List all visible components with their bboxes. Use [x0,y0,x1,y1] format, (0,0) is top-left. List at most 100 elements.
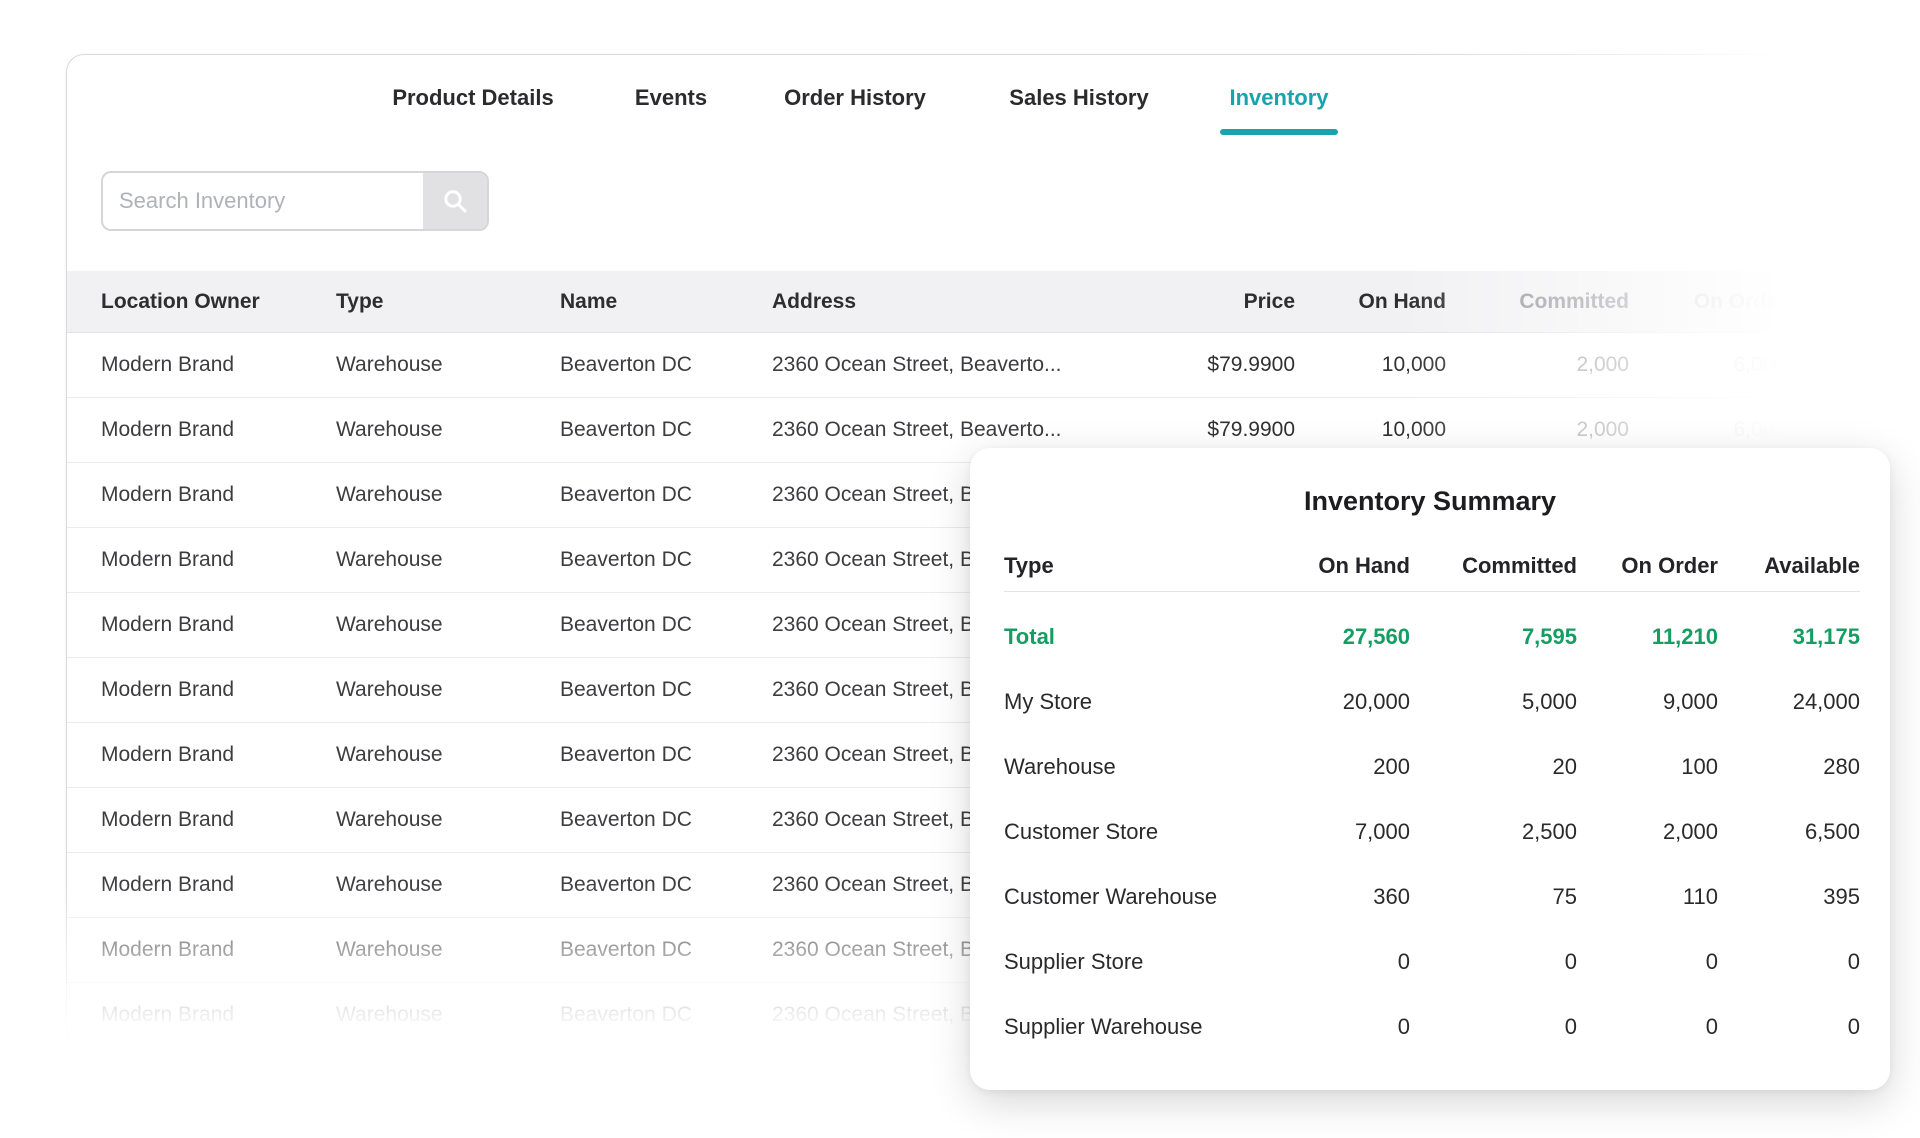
summary-cell-onorder: 11,210 [1577,624,1718,650]
cell-committed: 2,000 [1446,418,1629,442]
summary-cell-onhand: 27,560 [1269,624,1410,650]
column-header-committed: Committed [1446,290,1629,314]
summary-cell-type: Warehouse [1004,754,1269,780]
summary-cell-onorder: 0 [1577,1014,1718,1040]
summary-cell-onhand: 360 [1269,884,1410,910]
cell-name: Beaverton DC [560,613,772,637]
column-header-address: Address [772,290,1127,314]
column-header-type: Type [336,290,560,314]
summary-cell-committed: 0 [1410,1014,1577,1040]
search-button[interactable] [423,173,487,229]
summary-cell-type: Customer Store [1004,819,1269,845]
cell-onhand: 10,000 [1295,353,1446,377]
summary-cell-committed: 5,000 [1410,689,1577,715]
search-bar [101,171,489,231]
summary-column-type: Type [1004,553,1269,579]
summary-cell-onorder: 110 [1577,884,1718,910]
cell-address: 2360 Ocean Street, Beaverto... [772,418,1127,442]
active-tab-underline [1220,129,1338,135]
cell-name: Beaverton DC [560,873,772,897]
summary-row: Customer Store7,0002,5002,0006,500 [1004,799,1860,864]
cell-onorder: 6,000 [1629,418,1786,442]
summary-cell-onhand: 7,000 [1269,819,1410,845]
search-input[interactable] [103,173,423,229]
cell-name: Beaverton DC [560,353,772,377]
summary-cell-committed: 75 [1410,884,1577,910]
summary-cell-type: Supplier Store [1004,949,1269,975]
search-icon [441,187,469,215]
summary-cell-committed: 7,595 [1410,624,1577,650]
inventory-summary-popup: Inventory Summary Type On Hand Committed… [970,448,1890,1090]
cell-committed: 2,000 [1446,353,1629,377]
cell-type: Warehouse [336,418,560,442]
cell-type: Warehouse [336,353,560,377]
cell-name: Beaverton DC [560,938,772,962]
tab-inventory[interactable]: Inventory [1229,79,1328,117]
summary-cell-onhand: 0 [1269,1014,1410,1040]
summary-cell-type: Customer Warehouse [1004,884,1269,910]
summary-cell-available: 280 [1718,754,1860,780]
summary-cell-onorder: 100 [1577,754,1718,780]
cell-name: Beaverton DC [560,418,772,442]
inventory-table-header: Location Owner Type Name Address Price O… [67,271,1853,333]
cell-owner: Modern Brand [101,808,336,832]
tab-sales-history[interactable]: Sales History [1009,79,1148,117]
summary-cell-available: 0 [1718,1014,1860,1040]
cell-name: Beaverton DC [560,483,772,507]
summary-column-available: Available [1718,553,1860,579]
summary-cell-onhand: 0 [1269,949,1410,975]
summary-row: Supplier Warehouse0000 [1004,994,1860,1059]
summary-column-on-hand: On Hand [1269,553,1410,579]
summary-column-committed: Committed [1410,553,1577,579]
summary-column-on-order: On Order [1577,553,1718,579]
cell-type: Warehouse [336,743,560,767]
summary-row: Total27,5607,59511,21031,175 [1004,604,1860,669]
cell-name: Beaverton DC [560,743,772,767]
cell-owner: Modern Brand [101,418,336,442]
table-row[interactable]: Modern BrandWarehouseBeaverton DC2360 Oc… [67,333,1853,398]
summary-cell-committed: 2,500 [1410,819,1577,845]
cell-owner: Modern Brand [101,483,336,507]
cell-type: Warehouse [336,938,560,962]
summary-cell-available: 31,175 [1718,624,1860,650]
summary-row: Supplier Store0000 [1004,929,1860,994]
cell-type: Warehouse [336,613,560,637]
summary-cell-onorder: 9,000 [1577,689,1718,715]
cell-owner: Modern Brand [101,548,336,572]
cell-owner: Modern Brand [101,678,336,702]
summary-cell-type: Total [1004,624,1269,650]
summary-cell-onhand: 200 [1269,754,1410,780]
summary-cell-committed: 20 [1410,754,1577,780]
popup-title: Inventory Summary [970,482,1890,520]
column-header-location-owner: Location Owner [101,290,336,314]
summary-cell-type: My Store [1004,689,1269,715]
summary-cell-type: Supplier Warehouse [1004,1014,1269,1040]
cell-owner: Modern Brand [101,353,336,377]
column-header-price: Price [1127,290,1295,314]
summary-cell-available: 6,500 [1718,819,1860,845]
cell-type: Warehouse [336,548,560,572]
summary-row: Customer Warehouse36075110395 [1004,864,1860,929]
cell-onhand: 10,000 [1295,418,1446,442]
cell-address: 2360 Ocean Street, Beaverto... [772,353,1127,377]
cell-price: $79.9900 [1127,418,1295,442]
cell-type: Warehouse [336,483,560,507]
cell-owner: Modern Brand [101,873,336,897]
tab-events[interactable]: Events [635,79,707,117]
tab-order-history[interactable]: Order History [784,79,926,117]
cell-name: Beaverton DC [560,808,772,832]
column-header-on-order: On Order [1629,290,1786,314]
summary-row: Warehouse20020100280 [1004,734,1860,799]
tab-product-details[interactable]: Product Details [392,79,553,117]
summary-cell-available: 24,000 [1718,689,1860,715]
cell-onorder: 6,000 [1629,353,1786,377]
summary-cell-onorder: 2,000 [1577,819,1718,845]
summary-table-header: Type On Hand Committed On Order Availabl… [1004,540,1860,592]
cell-owner: Modern Brand [101,613,336,637]
summary-row: My Store20,0005,0009,00024,000 [1004,669,1860,734]
summary-cell-available: 395 [1718,884,1860,910]
column-header-name: Name [560,290,772,314]
cell-type: Warehouse [336,678,560,702]
cell-name: Beaverton DC [560,678,772,702]
summary-cell-onhand: 20,000 [1269,689,1410,715]
